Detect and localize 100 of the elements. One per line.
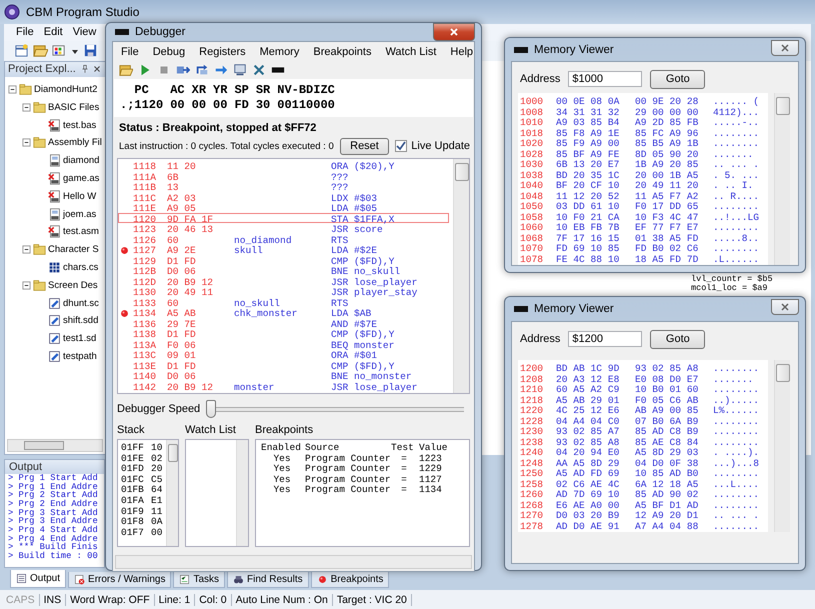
status-item: Auto Line Num : On bbox=[232, 594, 333, 606]
opcode-text: D1 FD bbox=[167, 256, 197, 266]
tree-item[interactable]: shift.sdd bbox=[63, 315, 98, 326]
goto-button[interactable]: Goto bbox=[650, 330, 706, 348]
tree-item[interactable]: diamond bbox=[63, 155, 100, 166]
ascii-text: ...L.... bbox=[713, 478, 760, 490]
menu-item[interactable]: View bbox=[72, 26, 96, 38]
menu-item[interactable]: Breakpoints bbox=[313, 46, 372, 58]
tree-item[interactable]: Assembly Fil bbox=[48, 137, 102, 148]
tree-item[interactable]: BASIC Files bbox=[48, 102, 100, 113]
menu-item[interactable]: Registers bbox=[199, 46, 246, 58]
panel-title: Project Expl... bbox=[8, 63, 77, 76]
tab[interactable]: Breakpoints bbox=[310, 572, 390, 588]
address-field[interactable]: $1200 bbox=[568, 331, 642, 347]
tab[interactable]: Errors / Warnings bbox=[68, 572, 172, 588]
menu-item[interactable]: Help bbox=[450, 46, 474, 58]
address-text: 1210 bbox=[520, 384, 544, 395]
window-title: Debugger bbox=[135, 26, 187, 38]
palette-icon[interactable] bbox=[52, 43, 67, 58]
instruction-text: ??? bbox=[331, 172, 350, 182]
ascii-text: . .. I. bbox=[713, 180, 754, 191]
pin-icon[interactable] bbox=[80, 64, 90, 74]
hex-bytes: AD D0 AE 91 bbox=[556, 520, 620, 532]
table-cell-text: Program Counter bbox=[304, 454, 389, 464]
tree-item[interactable]: test1.sd bbox=[63, 333, 96, 344]
stack-value: E1 bbox=[151, 496, 164, 507]
code-line: mcol1_loc = $a9 bbox=[691, 284, 768, 293]
ascii-text: . ....). bbox=[713, 447, 760, 458]
hex-bytes: 93 02 85 A8 bbox=[556, 436, 620, 448]
tab[interactable]: Find Results bbox=[227, 572, 309, 588]
tree-item[interactable]: testpath bbox=[63, 350, 97, 362]
status-item: INS bbox=[40, 594, 66, 606]
field-label: Address bbox=[520, 333, 560, 345]
collapse-icon[interactable] bbox=[22, 102, 31, 112]
folder-icon[interactable] bbox=[119, 63, 133, 77]
address-text: 1118 bbox=[133, 161, 158, 172]
menu-item[interactable]: Edit bbox=[44, 26, 63, 38]
hex-bytes: BD AB 1C 9D bbox=[556, 363, 620, 374]
breakpoint-icon[interactable] bbox=[119, 245, 130, 256]
ascii-text: ........ bbox=[713, 426, 760, 437]
hex-bytes: F0 17 DD 65 bbox=[635, 201, 700, 212]
status-item: Col: 0 bbox=[195, 594, 232, 606]
cross-icon[interactable] bbox=[252, 63, 266, 77]
tree-item[interactable]: test.bas bbox=[63, 120, 96, 131]
tree-item[interactable]: Screen Des bbox=[48, 280, 98, 291]
close-icon[interactable] bbox=[92, 64, 102, 74]
tree-item[interactable]: game.as bbox=[63, 172, 100, 184]
collapse-icon[interactable] bbox=[22, 280, 31, 290]
save-icon[interactable] bbox=[83, 43, 98, 58]
ascii-text: ........ bbox=[713, 222, 760, 233]
stack-address: 01FC bbox=[121, 474, 145, 486]
loop-icon[interactable] bbox=[195, 63, 209, 77]
label-text: no_skull bbox=[234, 298, 282, 308]
close-button[interactable] bbox=[771, 299, 799, 315]
folder-icon[interactable] bbox=[33, 43, 48, 58]
close-button[interactable] bbox=[771, 40, 799, 56]
right-arrow-icon[interactable] bbox=[214, 63, 228, 77]
menu-item[interactable]: File bbox=[121, 46, 139, 58]
column-header: Test bbox=[390, 443, 415, 454]
ascii-text: ........ bbox=[713, 436, 760, 448]
output-line: > Build time : 00 bbox=[7, 552, 98, 561]
address-field[interactable]: $1000 bbox=[568, 71, 642, 87]
tree-item[interactable]: Hello W bbox=[63, 190, 96, 202]
tree-item[interactable]: chars.cs bbox=[63, 262, 98, 273]
tab[interactable]: Tasks bbox=[173, 572, 226, 588]
reset-button[interactable]: Reset bbox=[340, 138, 390, 154]
live-update-checkbox[interactable]: Live Update bbox=[395, 140, 470, 152]
opcode-text: D1 FD bbox=[167, 329, 197, 340]
column-header: Source bbox=[304, 443, 340, 454]
tab[interactable]: Output bbox=[10, 570, 66, 588]
menu-item[interactable]: Memory bbox=[260, 46, 300, 58]
hex-bytes: EF 77 F7 E7 bbox=[635, 222, 700, 233]
collapse-icon[interactable] bbox=[22, 245, 31, 254]
ascii-text: ..!...LG bbox=[713, 212, 760, 222]
tree-item[interactable]: DiamondHunt2 bbox=[34, 84, 98, 95]
folder-icon bbox=[33, 243, 46, 256]
screen-file-icon bbox=[48, 332, 61, 346]
collapse-icon[interactable] bbox=[22, 138, 31, 148]
instruction-text: STA $1FFA,X bbox=[331, 214, 396, 224]
address-text: 1218 bbox=[520, 394, 544, 406]
close-button[interactable] bbox=[433, 23, 475, 41]
tree-item[interactable]: test.asm bbox=[63, 226, 99, 238]
checklist-icon bbox=[179, 574, 190, 586]
menu-item[interactable]: Watch List bbox=[385, 46, 436, 58]
tree-item[interactable]: joem.as bbox=[63, 208, 96, 220]
instruction-text: RTS bbox=[331, 298, 350, 308]
opcode-text: 20 B9 12 bbox=[167, 382, 214, 392]
tree-item[interactable]: dhunt.sc bbox=[63, 298, 99, 309]
menu-item[interactable]: File bbox=[16, 26, 34, 38]
error-icon bbox=[74, 574, 86, 586]
table-cell-text: = bbox=[400, 454, 408, 464]
stack-address: 01F7 bbox=[121, 528, 145, 538]
goto-button[interactable]: Goto bbox=[650, 70, 706, 88]
menu-item[interactable]: Debug bbox=[152, 46, 186, 58]
breakpoint-icon[interactable] bbox=[119, 308, 130, 319]
tree-item[interactable]: Character S bbox=[48, 244, 99, 256]
ascii-text: .L...... bbox=[713, 254, 760, 264]
collapse-icon[interactable] bbox=[8, 84, 17, 94]
monitor-icon[interactable] bbox=[233, 63, 247, 77]
new-project-icon[interactable] bbox=[14, 43, 29, 58]
